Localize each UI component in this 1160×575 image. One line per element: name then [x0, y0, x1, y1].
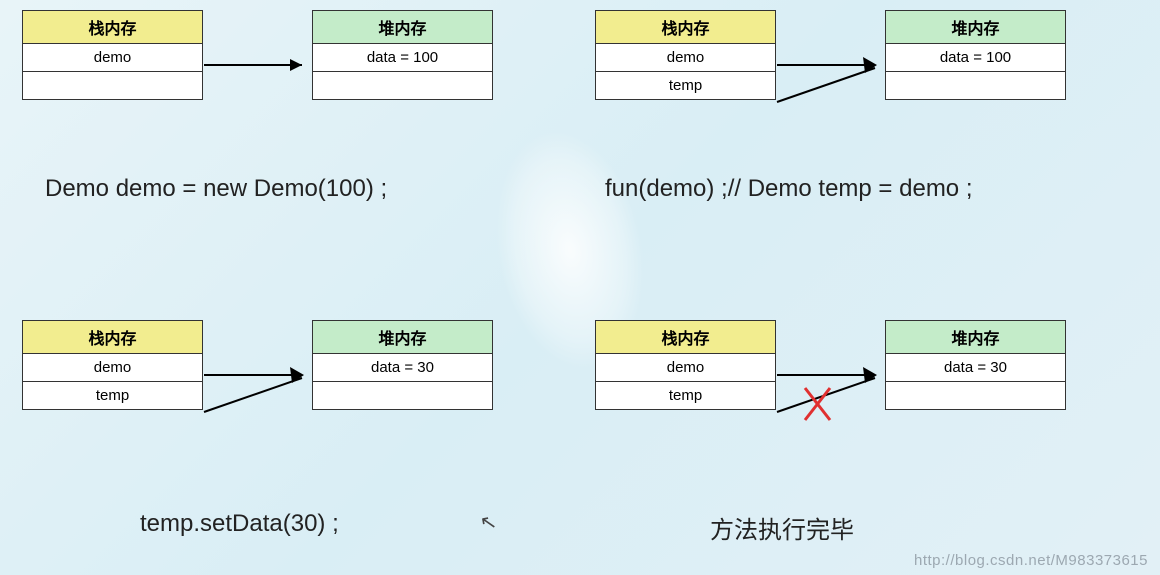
stack-header-2: 栈内存 [596, 11, 776, 44]
heap-header-3: 堆内存 [313, 321, 493, 354]
heap-row: data = 30 [313, 354, 493, 382]
heap-header-4: 堆内存 [886, 321, 1066, 354]
heap-row: data = 100 [313, 44, 493, 72]
stack-header-1: 栈内存 [23, 11, 203, 44]
stack-row: temp [596, 72, 776, 100]
caption-1: Demo demo = new Demo(100) ; [45, 175, 387, 203]
stack-row: demo [596, 44, 776, 72]
watermark: http://blog.csdn.net/M983373615 [914, 552, 1148, 569]
stack-box-1: 栈内存 demo [22, 10, 203, 100]
heap-box-1: 堆内存 data = 100 [312, 10, 493, 100]
stack-header-4: 栈内存 [596, 321, 776, 354]
heap-row [886, 382, 1066, 410]
stack-row: temp [596, 382, 776, 410]
heap-row: data = 100 [886, 44, 1066, 72]
stack-box-2: 栈内存 demo temp [595, 10, 776, 100]
stack-row: temp [23, 382, 203, 410]
stack-box-3: 栈内存 demo temp [22, 320, 203, 410]
stack-row: demo [596, 354, 776, 382]
heap-header-1: 堆内存 [313, 11, 493, 44]
heap-box-3: 堆内存 data = 30 [312, 320, 493, 410]
caption-2: fun(demo) ;// Demo temp = demo ; [605, 175, 973, 203]
caption-3: temp.setData(30) ; [140, 510, 339, 538]
heap-box-2: 堆内存 data = 100 [885, 10, 1066, 100]
stack-header-3: 栈内存 [23, 321, 203, 354]
heap-header-2: 堆内存 [886, 11, 1066, 44]
heap-row: data = 30 [886, 354, 1066, 382]
heap-box-4: 堆内存 data = 30 [885, 320, 1066, 410]
caption-4: 方法执行完毕 [710, 510, 854, 545]
cursor-icon: ↖ [478, 509, 499, 537]
heap-row [313, 72, 493, 100]
stack-box-4: 栈内存 demo temp [595, 320, 776, 410]
stack-row: demo [23, 44, 203, 72]
heap-row [313, 382, 493, 410]
heap-row [886, 72, 1066, 100]
stack-row: demo [23, 354, 203, 382]
cross-out-icon [805, 388, 830, 420]
stack-row [23, 72, 203, 100]
